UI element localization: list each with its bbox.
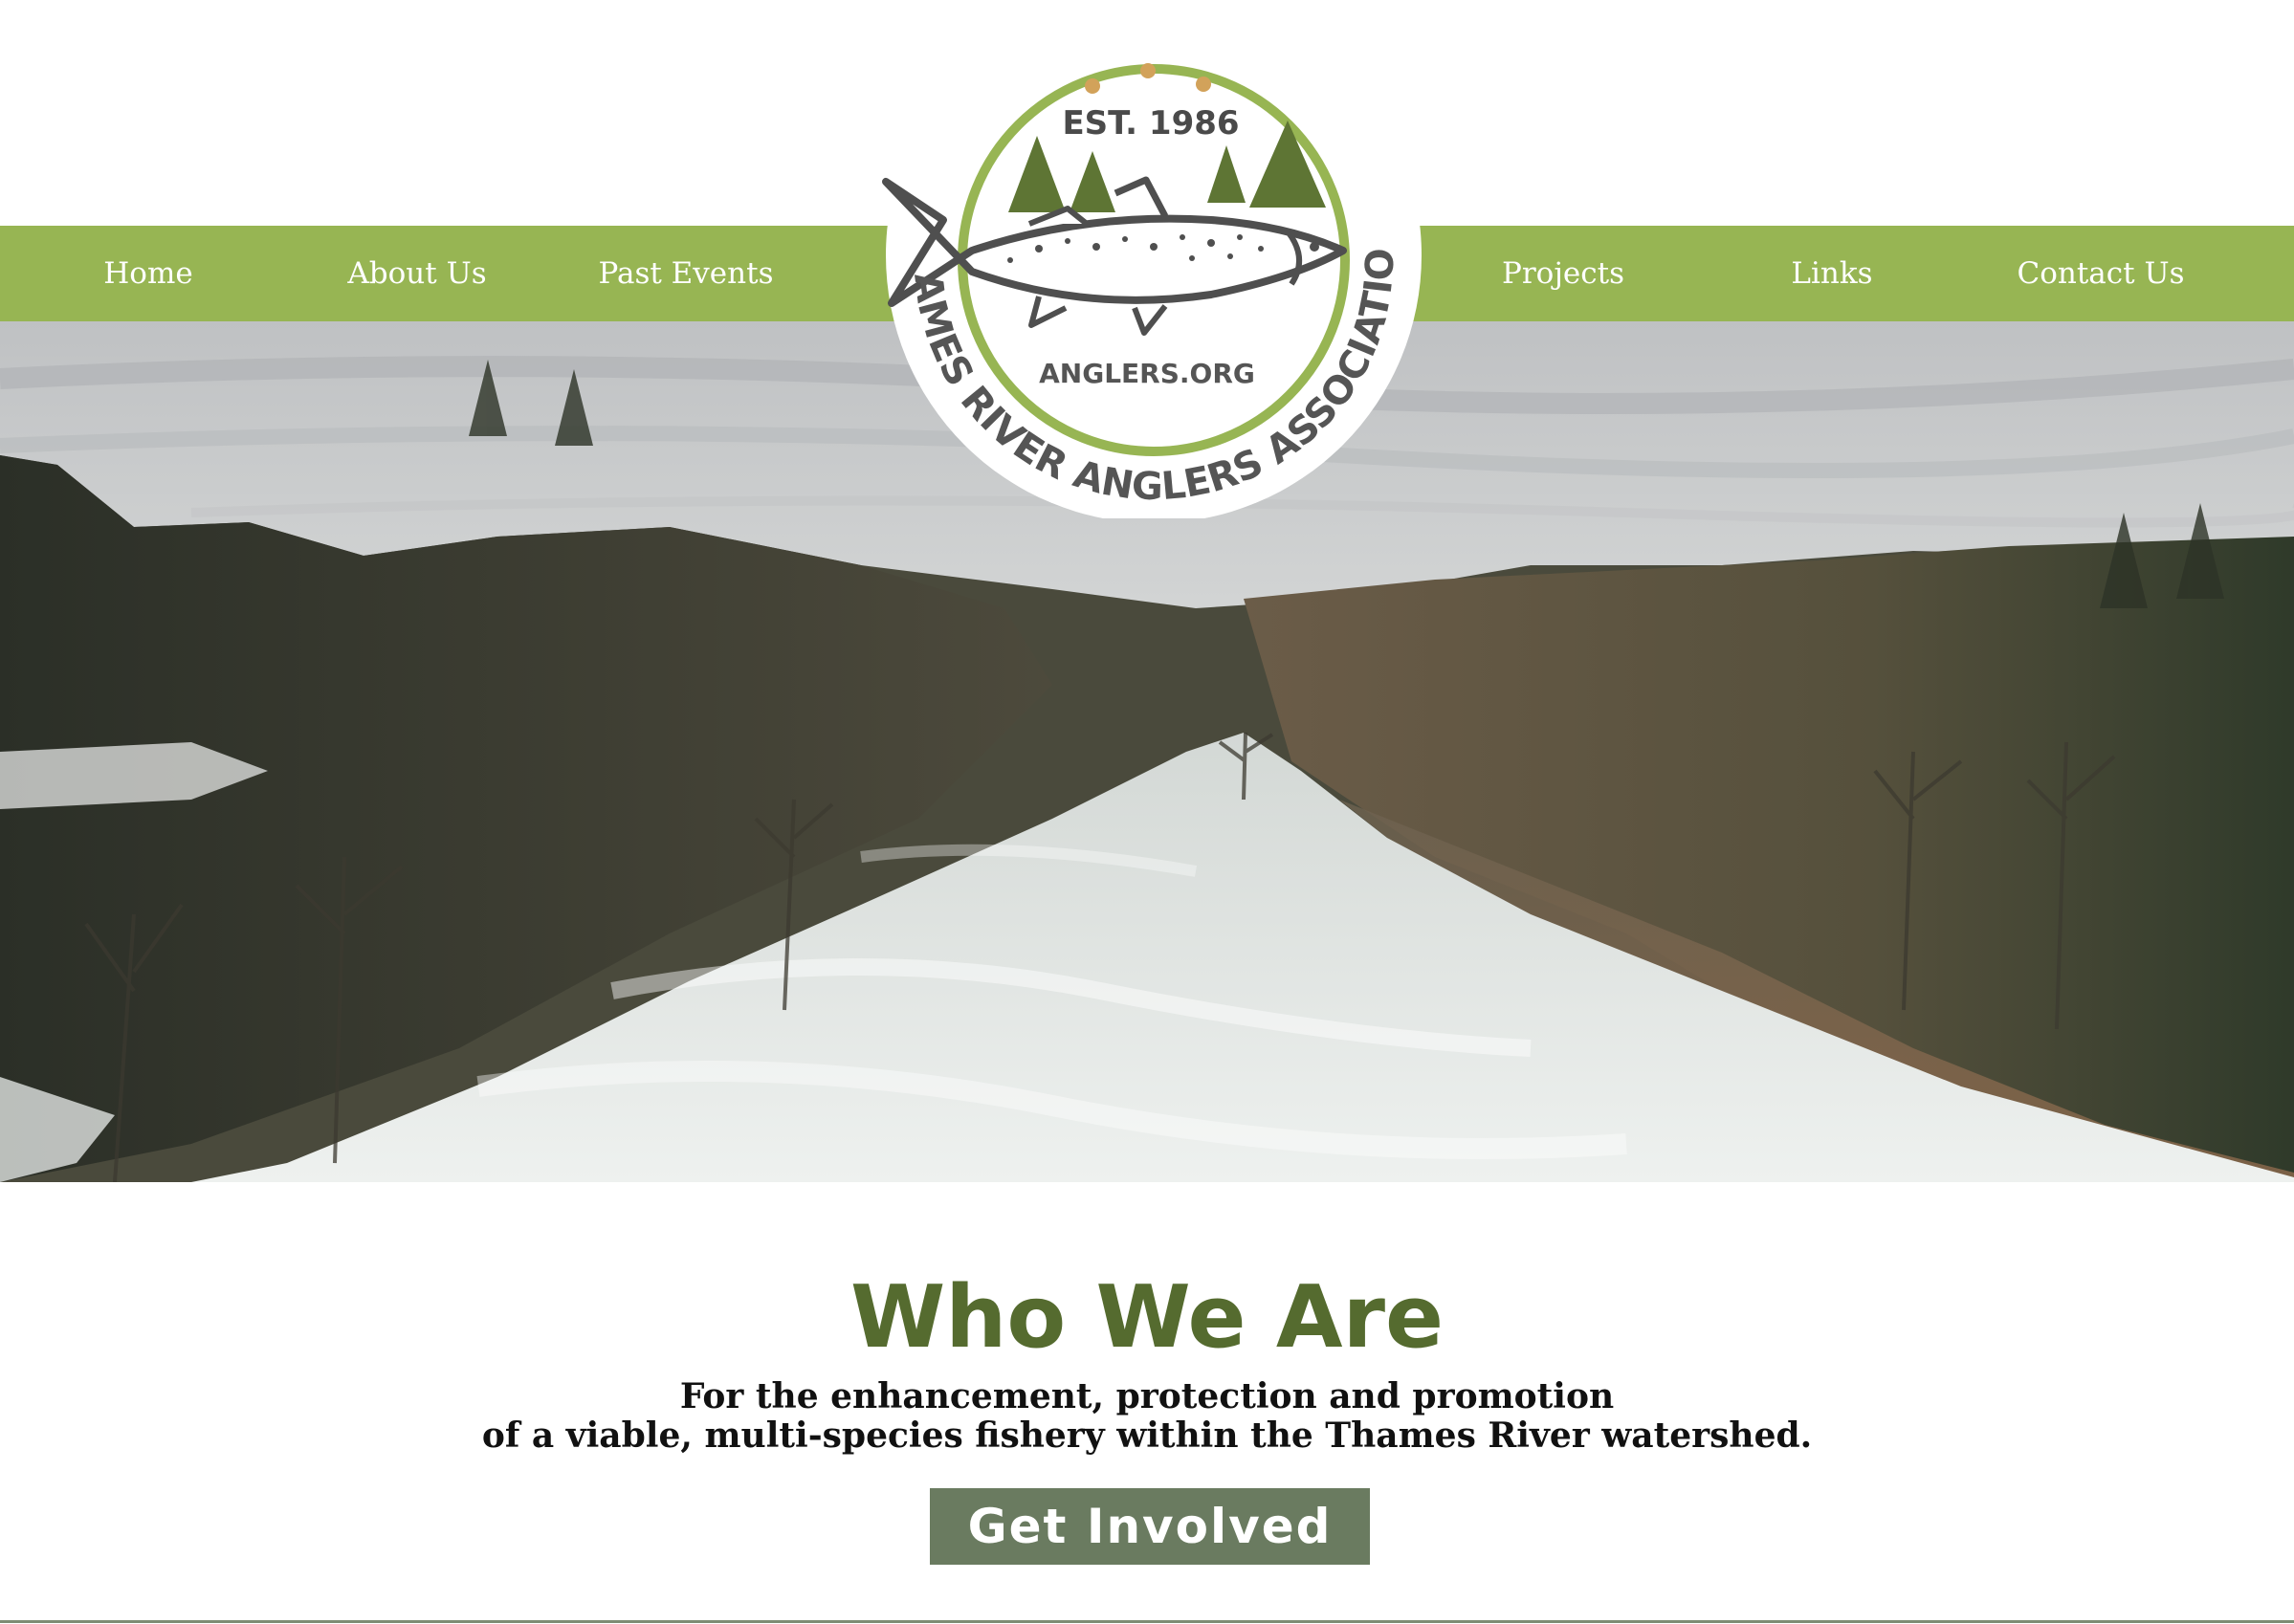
logo-established-text: EST. 1986	[1062, 104, 1239, 143]
mission-line-2: of a viable, multi-species fishery withi…	[481, 1416, 1813, 1456]
section-title: Who We Are	[849, 1267, 1445, 1368]
mission-statement: For the enhancement, protection and prom…	[0, 1377, 2294, 1456]
association-logo[interactable]: EST. 1986 ANGLERS.ORG THAMES RIVER ANG	[850, 0, 1441, 523]
get-involved-button[interactable]: Get Involved	[930, 1488, 1370, 1565]
nav-links[interactable]: Links	[1791, 226, 1872, 321]
nav-projects[interactable]: Projects	[1502, 226, 1624, 321]
section-divider	[0, 1620, 2294, 1623]
nav-contact-us[interactable]: Contact Us	[2018, 226, 2185, 321]
mission-line-1: For the enhancement, protection and prom…	[679, 1376, 1615, 1416]
nav-past-events[interactable]: Past Events	[599, 226, 774, 321]
nav-home[interactable]: Home	[103, 226, 192, 321]
logo-emblem: EST. 1986 ANGLERS.ORG THAMES RIVER ANG	[850, 0, 1422, 523]
logo-site-text: ANGLERS.ORG	[1039, 358, 1255, 389]
nav-about-us[interactable]: About Us	[347, 226, 486, 321]
